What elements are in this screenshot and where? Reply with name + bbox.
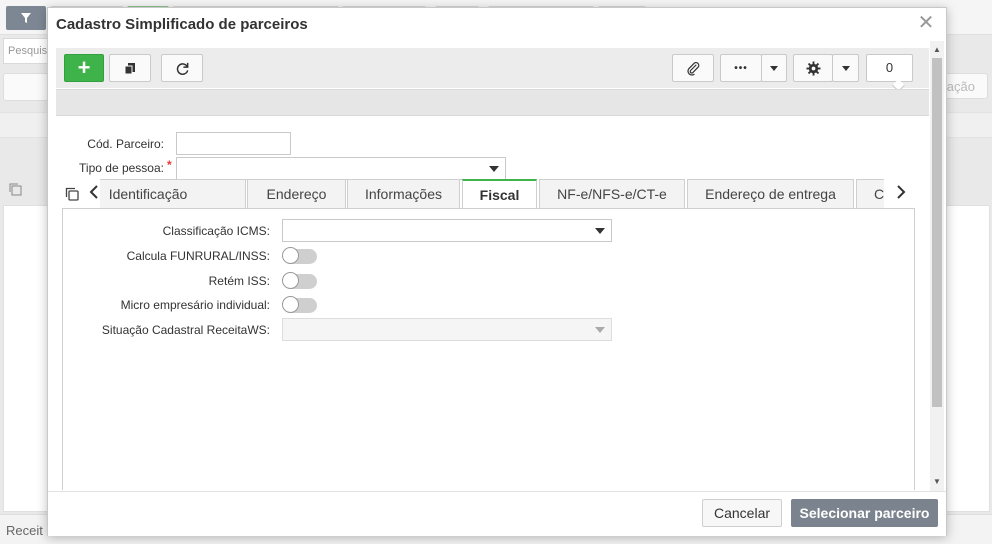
background-copy-icon bbox=[8, 182, 22, 196]
filter-icon bbox=[21, 13, 31, 23]
tipo-pessoa-select[interactable] bbox=[176, 157, 506, 180]
tab-endereco-entrega[interactable]: Endereço de entrega bbox=[687, 179, 854, 208]
tab-strip: Identificação Endereço Informações Fisca… bbox=[100, 178, 884, 209]
retem-iss-label: Retém ISS: bbox=[208, 274, 270, 288]
tabs-next-arrow[interactable] bbox=[896, 183, 906, 204]
micro-empresario-label: Micro empresário individual: bbox=[120, 298, 270, 312]
gear-icon bbox=[805, 60, 821, 76]
toolbar-band bbox=[56, 89, 929, 116]
refresh-button[interactable] bbox=[161, 54, 203, 82]
classificacao-icms-select[interactable] bbox=[282, 219, 612, 242]
tab-nfe[interactable]: NF-e/NFS-e/CT-e bbox=[539, 179, 685, 208]
retem-iss-toggle[interactable] bbox=[282, 272, 317, 289]
partner-modal: Cadastro Simplificado de parceiros ✕ + •… bbox=[47, 7, 947, 536]
select-partner-button[interactable]: Selecionar parceiro bbox=[791, 499, 938, 527]
situacao-cadastral-select bbox=[282, 318, 612, 341]
chevron-down-icon bbox=[841, 65, 850, 71]
duplicate-icon bbox=[124, 63, 135, 75]
tab-endereco[interactable]: Endereço bbox=[247, 179, 346, 208]
modal-title: Cadastro Simplificado de parceiros bbox=[56, 16, 308, 33]
background-footer-label: Receit bbox=[6, 523, 43, 538]
tabs-prev-arrow[interactable] bbox=[89, 183, 99, 204]
micro-empresario-toggle[interactable] bbox=[282, 296, 317, 313]
chevron-down-icon bbox=[595, 228, 605, 234]
refresh-icon bbox=[176, 62, 188, 75]
background-button[interactable] bbox=[3, 73, 53, 101]
scroll-down-arrow[interactable]: ▼ bbox=[933, 477, 941, 486]
chevron-down-icon bbox=[489, 166, 499, 172]
codigo-parceiro-label: Cód. Parceiro: bbox=[87, 137, 164, 151]
settings-dropdown[interactable] bbox=[832, 54, 859, 82]
scrollbar-thumb[interactable] bbox=[932, 58, 942, 407]
close-icon[interactable]: ✕ bbox=[917, 13, 935, 33]
toolbar: + ••• 0 bbox=[56, 48, 929, 92]
more-actions-button[interactable]: ••• bbox=[720, 54, 762, 82]
chevron-right-icon bbox=[897, 185, 906, 199]
modal-footer: Cancelar Selecionar parceiro bbox=[48, 491, 946, 536]
background-action-button[interactable]: ação bbox=[940, 73, 988, 99]
modal-scrollbar[interactable]: ▲ ▼ bbox=[930, 41, 944, 491]
chevron-left-icon bbox=[89, 185, 98, 199]
classificacao-icms-label: Classificação ICMS: bbox=[162, 224, 270, 238]
chevron-down-icon bbox=[595, 327, 605, 333]
funrural-label: Calcula FUNRURAL/INSS: bbox=[126, 249, 270, 263]
situacao-cadastral-label: Situação Cadastral ReceitaWS: bbox=[101, 323, 270, 337]
filter-button[interactable] bbox=[6, 6, 46, 30]
duplicate-button[interactable] bbox=[109, 54, 151, 82]
scroll-up-arrow[interactable]: ▲ bbox=[933, 45, 941, 54]
paperclip-icon bbox=[686, 61, 699, 76]
tipo-pessoa-label: Tipo de pessoa: bbox=[79, 161, 164, 175]
required-marker: * bbox=[167, 158, 172, 172]
funrural-toggle[interactable] bbox=[282, 247, 317, 264]
tab-fiscal[interactable]: Fiscal bbox=[462, 179, 537, 209]
chevron-down-icon bbox=[770, 65, 778, 71]
tab-contatos[interactable]: Contatos bbox=[856, 179, 884, 208]
tab-informacoes[interactable]: Informações bbox=[347, 179, 460, 208]
settings-button[interactable] bbox=[793, 54, 833, 82]
codigo-parceiro-input[interactable] bbox=[176, 132, 291, 155]
tab-identificacao[interactable]: Identificação bbox=[100, 179, 246, 208]
copy-icon[interactable] bbox=[64, 186, 80, 202]
fiscal-tab-panel: Classificação ICMS: Calcula FUNRURAL/INS… bbox=[62, 208, 915, 490]
record-counter: 0 bbox=[866, 54, 913, 82]
modal-header: Cadastro Simplificado de parceiros ✕ bbox=[48, 8, 946, 41]
modal-content: + ••• 0 Cód. Parceiro: Tipo de pessoa: *… bbox=[56, 48, 929, 490]
cancel-button[interactable]: Cancelar bbox=[702, 499, 782, 527]
add-button[interactable]: + bbox=[64, 54, 104, 82]
attachment-button[interactable] bbox=[672, 54, 714, 82]
more-actions-dropdown[interactable] bbox=[761, 54, 787, 82]
